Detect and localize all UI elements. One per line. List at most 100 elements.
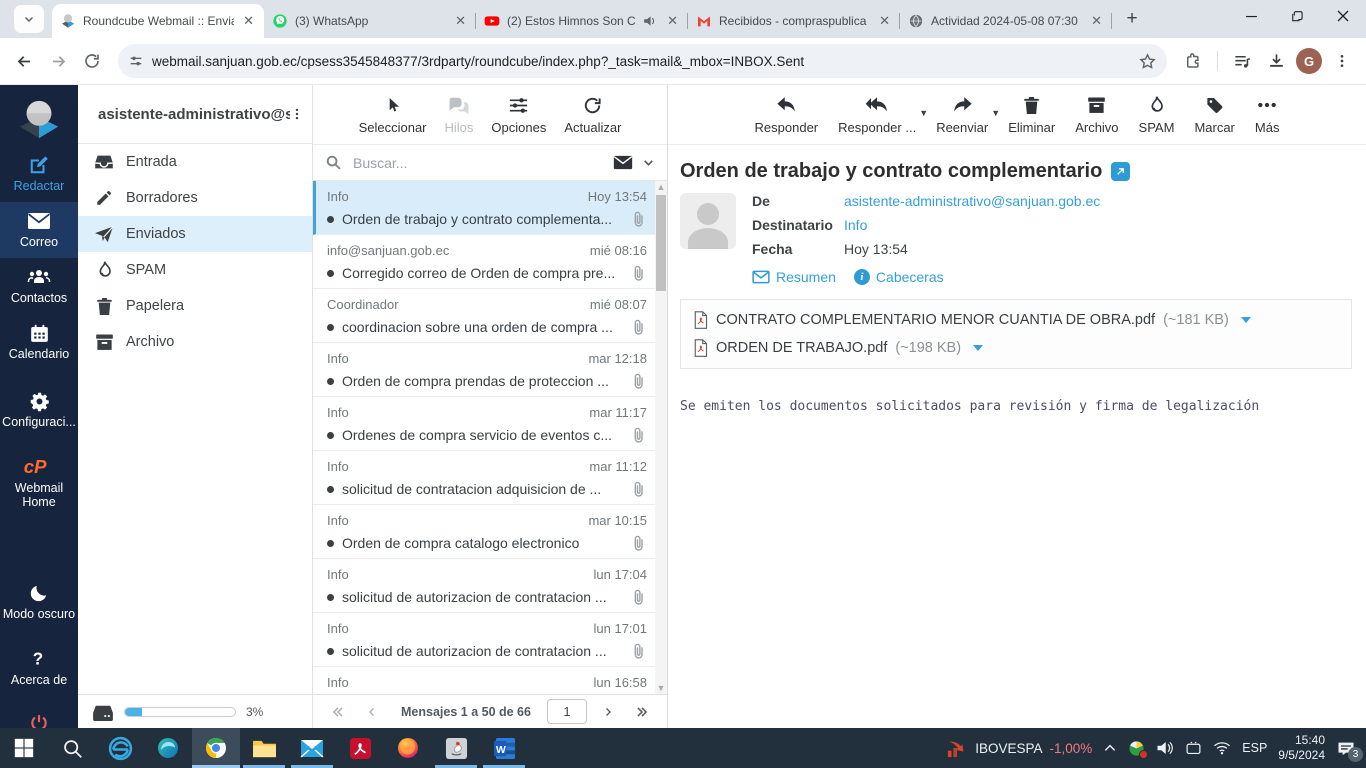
message-row-4[interactable]: Info mar 12:18 Orden de compra prendas d… — [313, 343, 655, 397]
scrollbar-thumb[interactable] — [656, 195, 666, 291]
reenviar-button[interactable]: Reenviar ▼ — [936, 94, 1000, 135]
url-text[interactable]: webmail.sanjuan.gob.ec/cpsess3545848377/… — [152, 54, 1130, 69]
dropdown-caret-icon[interactable]: ▼ — [991, 108, 1000, 118]
sidebar-item-calendario[interactable]: Calendario — [0, 314, 78, 370]
list-scrollbar[interactable]: ▲ ▼ — [655, 181, 667, 694]
taskbar-chrome-button[interactable] — [192, 728, 240, 768]
taskbar-edge-button[interactable] — [144, 728, 192, 768]
playlist-button[interactable] — [1228, 47, 1256, 75]
taskbar-java-button[interactable] — [432, 728, 480, 768]
responder-button[interactable]: Responder — [755, 94, 818, 135]
close-window-button[interactable] — [1320, 0, 1366, 32]
attachment-2[interactable]: ORDEN DE TRABAJO.pdf (~198 KB) — [693, 334, 1339, 362]
sidebar-item-configuraci[interactable]: Configuraci... — [0, 382, 78, 438]
scroll-up-icon[interactable]: ▲ — [655, 181, 667, 193]
marcar-button[interactable]: Marcar — [1194, 94, 1235, 135]
folder-entrada[interactable]: Entrada — [78, 144, 312, 180]
display-tray-icon[interactable] — [1185, 741, 1202, 756]
open-in-new-window-icon[interactable] — [1111, 162, 1131, 181]
tab-close-icon[interactable]: ✕ — [241, 13, 256, 29]
tray-expand-chevron-icon[interactable] — [1103, 742, 1117, 754]
sidebar-item-correo[interactable]: Correo — [0, 202, 78, 258]
sidebar-item-acerca-de[interactable]: ? Acerca de — [0, 640, 78, 696]
actualizar-button[interactable]: Actualizar — [564, 94, 621, 135]
address-bar[interactable]: webmail.sanjuan.gob.ec/cpsess3545848377/… — [118, 44, 1167, 78]
prev-page-button[interactable] — [359, 705, 385, 719]
taskbar-firefox-button[interactable] — [384, 728, 432, 768]
folder-borradores[interactable]: Borradores — [78, 180, 312, 216]
responder-button[interactable]: Responder ... ▼ — [838, 94, 928, 135]
folder-options-kebab-icon[interactable] — [290, 106, 304, 122]
sidebar-item-modo-oscuro[interactable]: Modo oscuro — [0, 574, 78, 630]
forward-button[interactable] — [44, 47, 72, 75]
attachment-1[interactable]: CONTRATO COMPLEMENTARIO MENOR CUANTIA DE… — [693, 306, 1339, 334]
minimize-button[interactable] — [1228, 0, 1274, 32]
browser-tab-1[interactable]: Roundcube Webmail :: Envia ✕ — [52, 4, 264, 38]
extensions-button[interactable] — [1179, 47, 1207, 75]
page-number-input[interactable] — [547, 699, 587, 724]
message-row-7[interactable]: Info mar 10:15 Orden de compra catalogo … — [313, 505, 655, 559]
archivo-button[interactable]: Archivo — [1075, 94, 1119, 135]
search-scope-mail-icon[interactable] — [613, 155, 633, 170]
scroll-down-icon[interactable]: ▼ — [655, 682, 667, 694]
site-info-icon[interactable] — [128, 53, 144, 69]
taskbar-explorer-button[interactable] — [240, 728, 288, 768]
first-page-button[interactable] — [325, 705, 351, 719]
folder-archivo[interactable]: Archivo — [78, 324, 312, 360]
message-row-5[interactable]: Info mar 11:17 Ordenes de compra servici… — [313, 397, 655, 451]
reload-button[interactable] — [78, 47, 106, 75]
opciones-button[interactable]: Opciones — [491, 94, 546, 135]
message-row-8[interactable]: Info lun 17:04 solicitud de autorizacion… — [313, 559, 655, 613]
attachment-menu-caret-icon[interactable] — [973, 345, 984, 351]
profile-avatar[interactable]: G — [1296, 48, 1322, 74]
browser-tab-2[interactable]: (3) WhatsApp ✕ — [264, 4, 476, 38]
sidebar-item-webmail-home[interactable]: cP Webmail Home — [0, 448, 78, 518]
antivirus-tray-icon[interactable] — [1128, 740, 1149, 759]
tab-close-icon[interactable]: ✕ — [877, 13, 892, 29]
volume-icon[interactable] — [1156, 740, 1174, 756]
clock[interactable]: 15:40 9/5/2024 — [1278, 733, 1325, 763]
stock-ticker-widget[interactable]: IBOVESPA -1,00% — [946, 738, 1092, 758]
message-row-2[interactable]: info@sanjuan.gob.ec mié 08:16 Corregido … — [313, 235, 655, 289]
header-value[interactable]: asistente-administrativo@sanjuan.gob.ec — [844, 193, 1100, 209]
message-row-1[interactable]: Info Hoy 13:54 Orden de trabajo y contra… — [313, 181, 655, 235]
tab-audio-icon[interactable] — [642, 13, 658, 29]
attachment-name[interactable]: ORDEN DE TRABAJO.pdf — [716, 340, 887, 356]
wifi-icon[interactable] — [1213, 741, 1231, 755]
action-center-button[interactable]: 3 — [1336, 740, 1363, 762]
attachment-name[interactable]: CONTRATO COMPLEMENTARIO MENOR CUANTIA DE… — [716, 312, 1155, 328]
más-button[interactable]: Más — [1255, 94, 1279, 135]
folder-enviados[interactable]: Enviados — [78, 216, 312, 252]
last-page-button[interactable] — [629, 705, 655, 719]
bookmark-star-icon[interactable] — [1138, 52, 1157, 71]
back-button[interactable] — [10, 47, 38, 75]
folder-papelera[interactable]: Papelera — [78, 288, 312, 324]
spam-button[interactable]: SPAM — [1139, 94, 1174, 135]
tab-search-button[interactable] — [14, 5, 44, 33]
tab-close-icon[interactable]: ✕ — [453, 13, 468, 29]
tab-close-icon[interactable]: ✕ — [665, 13, 680, 29]
taskbar-ie-button[interactable] — [96, 728, 144, 768]
sidebar-item-redactar[interactable]: Redactar — [0, 146, 78, 202]
taskbar-mail-app-button[interactable] — [288, 728, 336, 768]
browser-tab-3[interactable]: (2) Estos Himnos Son Co ✕ — [476, 4, 688, 38]
attachment-menu-caret-icon[interactable] — [1240, 317, 1251, 323]
message-row-3[interactable]: Coordinador mié 08:07 coordinacion sobre… — [313, 289, 655, 343]
folder-spam[interactable]: SPAM — [78, 252, 312, 288]
language-indicator[interactable]: ESP — [1242, 741, 1267, 755]
taskbar-word-button[interactable]: W — [480, 728, 528, 768]
browser-tab-5[interactable]: Actividad 2024-05-08 07:30 ✕ — [900, 4, 1112, 38]
seleccionar-button[interactable]: Seleccionar — [359, 94, 427, 135]
new-tab-button[interactable]: + — [1118, 5, 1146, 33]
eliminar-button[interactable]: Eliminar — [1008, 94, 1055, 135]
downloads-button[interactable] — [1262, 47, 1290, 75]
header-value[interactable]: Info — [844, 217, 867, 233]
taskbar-taskbar-search-button[interactable] — [48, 728, 96, 768]
taskbar-start-button[interactable] — [0, 728, 48, 768]
search-options-chevron-icon[interactable] — [642, 156, 655, 169]
cabeceras-link[interactable]: i Cabeceras — [853, 269, 944, 285]
sidebar-item-contactos[interactable]: Contactos — [0, 258, 78, 314]
search-input[interactable] — [351, 153, 604, 172]
message-row-9[interactable]: Info lun 17:01 solicitud de autorizacion… — [313, 613, 655, 667]
dropdown-caret-icon[interactable]: ▼ — [919, 108, 928, 118]
